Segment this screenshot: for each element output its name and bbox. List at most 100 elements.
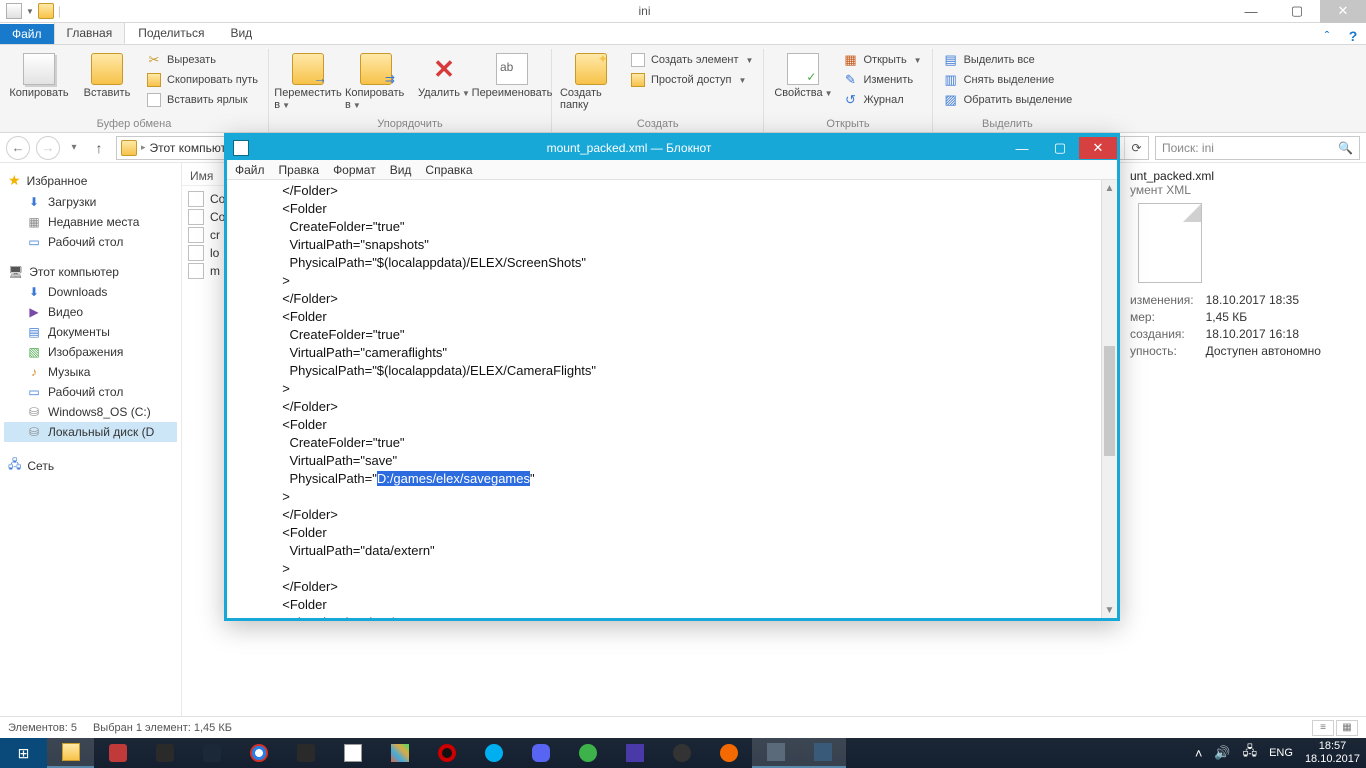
tab-home[interactable]: Главная [54, 22, 126, 44]
taskbar-chrome[interactable] [235, 738, 282, 768]
taskbar-app[interactable] [423, 738, 470, 768]
properties-button[interactable]: Свойства▼ [772, 51, 834, 99]
nav-docs[interactable]: ▤Документы [4, 322, 177, 342]
taskbar-app[interactable] [376, 738, 423, 768]
newfolder-button[interactable]: Создать папку [560, 51, 622, 111]
taskbar-app[interactable] [94, 738, 141, 768]
nav-downloads2[interactable]: ⬇Downloads [4, 282, 177, 302]
cut-button[interactable]: ✂Вырезать [144, 51, 260, 69]
navigation-pane[interactable]: ★Избранное ⬇Загрузки ▦Недавние места ▭Ра… [0, 163, 182, 716]
notepad-titlebar[interactable]: mount_packed.xml — Блокнот — ▢ ✕ [227, 136, 1117, 160]
network-icon[interactable]: 🖧 [1243, 742, 1258, 764]
back-button[interactable]: ← [6, 136, 30, 160]
newfolder-label: Создать папку [560, 87, 622, 111]
taskbar-paint[interactable] [329, 738, 376, 768]
notepad-icon [814, 743, 832, 761]
scrollbar-track[interactable] [1102, 196, 1117, 602]
clock[interactable]: 18:57 18.10.2017 [1305, 740, 1360, 766]
copy-button[interactable]: Копировать [8, 51, 70, 99]
taskbar-explorer[interactable] [47, 738, 94, 768]
search-input[interactable]: Поиск: ini 🔍 [1155, 136, 1360, 160]
windows-icon: ⊞ [18, 745, 30, 762]
notepad-scrollbar[interactable]: ▲ ▼ [1101, 180, 1117, 618]
nav-thispc[interactable]: 🖥Этот компьютер [4, 262, 177, 282]
volume-icon[interactable]: 🔊 [1214, 745, 1230, 761]
moveto-button[interactable]: Переместить в▼ [277, 51, 339, 111]
newitem-button[interactable]: Создать элемент▼ [628, 51, 755, 69]
easyaccess-button[interactable]: Простой доступ▼ [628, 71, 755, 89]
taskbar-discord[interactable] [517, 738, 564, 768]
history-dropdown-icon[interactable]: ▾ [66, 142, 82, 153]
selectinvert-label: Обратить выделение [964, 94, 1073, 106]
help-icon[interactable]: ? [1340, 28, 1366, 44]
copypath-button[interactable]: Скопировать путь [144, 71, 260, 89]
selectnone-button[interactable]: ▥Снять выделение [941, 71, 1075, 89]
taskbar-app[interactable] [611, 738, 658, 768]
menu-help[interactable]: Справка [425, 163, 472, 177]
selectinvert-button[interactable]: ▨Обратить выделение [941, 91, 1075, 109]
maximize-button[interactable]: ▢ [1274, 0, 1320, 23]
tab-share[interactable]: Поделиться [125, 22, 217, 44]
edit-button[interactable]: ✎Изменить [840, 71, 923, 89]
tab-file[interactable]: Файл [0, 24, 54, 44]
nav-desktop[interactable]: ▭Рабочий стол [4, 232, 177, 252]
ribbon-group-new-label: Создать [560, 118, 755, 132]
explorer-icon [62, 743, 80, 761]
ribbon-collapse-icon[interactable]: ˆ [1314, 28, 1340, 44]
scrollbar-thumb[interactable] [1104, 346, 1115, 456]
language-indicator[interactable]: ENG [1269, 747, 1293, 759]
taskbar-steam[interactable] [188, 738, 235, 768]
menu-edit[interactable]: Правка [279, 163, 320, 177]
taskbar-skype[interactable] [470, 738, 517, 768]
taskbar-utorrent[interactable] [564, 738, 611, 768]
qat-dropdown-icon[interactable]: ▼ [26, 7, 34, 16]
qat-folder-icon[interactable] [38, 3, 54, 19]
nav-recent[interactable]: ▦Недавние места [4, 212, 177, 232]
scroll-up-icon[interactable]: ▲ [1102, 180, 1117, 196]
record-icon [438, 744, 456, 762]
notepad-minimize-button[interactable]: — [1003, 137, 1041, 159]
taskbar-notepad[interactable] [799, 738, 846, 768]
start-button[interactable]: ⊞ [0, 738, 47, 768]
delete-button[interactable]: ✕ Удалить▼ [413, 51, 475, 99]
menu-view[interactable]: Вид [390, 163, 412, 177]
refresh-icon[interactable]: ⟳ [1124, 137, 1148, 159]
notepad-text-area[interactable]: </Folder> <Folder CreateFolder="true" Vi… [227, 180, 1101, 618]
paste-button[interactable]: Вставить [76, 51, 138, 99]
forward-button[interactable]: → [36, 136, 60, 160]
menu-file[interactable]: Файл [235, 163, 265, 177]
selectall-button[interactable]: ▤Выделить все [941, 51, 1075, 69]
nav-cdrive[interactable]: ⛁Windows8_OS (C:) [4, 402, 177, 422]
nav-ddrive[interactable]: ⛁Локальный диск (D [4, 422, 177, 442]
pastelink-button[interactable]: Вставить ярлык [144, 91, 260, 109]
notepad-maximize-button[interactable]: ▢ [1041, 137, 1079, 159]
tab-view[interactable]: Вид [217, 22, 265, 44]
app-icon [156, 744, 174, 762]
view-icons-button[interactable]: ▦ [1336, 720, 1358, 736]
tray-expand-icon[interactable]: ˄ [1195, 746, 1203, 761]
minimize-button[interactable]: — [1228, 0, 1274, 23]
qat-file-icon[interactable] [6, 3, 22, 19]
notepad-close-button[interactable]: ✕ [1079, 137, 1117, 159]
menu-format[interactable]: Формат [333, 163, 376, 177]
view-details-button[interactable]: ≡ [1312, 720, 1334, 736]
nav-favorites[interactable]: ★Избранное [4, 169, 177, 192]
nav-downloads[interactable]: ⬇Загрузки [4, 192, 177, 212]
open-button[interactable]: ▦Открыть▼ [840, 51, 923, 69]
up-button[interactable]: ↑ [88, 140, 110, 156]
taskbar-app[interactable] [752, 738, 799, 768]
nav-desktop2[interactable]: ▭Рабочий стол [4, 382, 177, 402]
taskbar-app[interactable] [705, 738, 752, 768]
nav-images[interactable]: ▧Изображения [4, 342, 177, 362]
copyto-button[interactable]: Копировать в▼ [345, 51, 407, 111]
nav-video[interactable]: ▶Видео [4, 302, 177, 322]
scroll-down-icon[interactable]: ▼ [1102, 602, 1117, 618]
taskbar-app[interactable] [141, 738, 188, 768]
close-button[interactable]: ✕ [1320, 0, 1366, 23]
rename-button[interactable]: Переименовать [481, 51, 543, 99]
history-button[interactable]: ↺Журнал [840, 91, 923, 109]
nav-music[interactable]: ♪Музыка [4, 362, 177, 382]
taskbar-app[interactable] [282, 738, 329, 768]
taskbar-app[interactable] [658, 738, 705, 768]
nav-network[interactable]: 🖧Сеть [4, 452, 177, 479]
